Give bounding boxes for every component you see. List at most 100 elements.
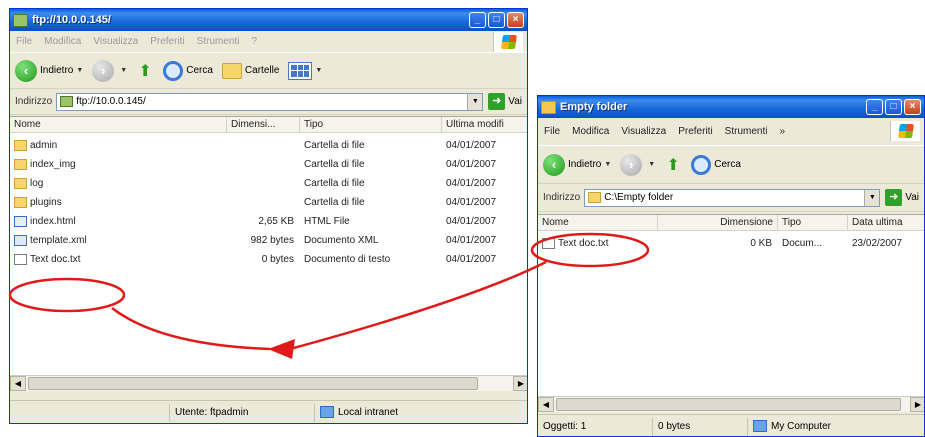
local-statusbar: Oggetti: 1 0 bytes My Computer (538, 414, 924, 436)
minimize-button[interactable]: _ (469, 12, 486, 28)
back-arrow-icon: ‹ (15, 59, 37, 82)
local-toolbar: ‹ Indietro ▼ › ▼ ⬆ Cerca (538, 146, 924, 184)
menu-modifica[interactable]: Modifica (44, 36, 81, 47)
address-dropdown-icon[interactable]: ▼ (864, 189, 880, 206)
menu-visualizza[interactable]: Visualizza (621, 126, 666, 137)
ftp-file-list[interactable]: Nome Dimensi... Tipo Ultima modifi admin… (10, 116, 527, 375)
menu-preferiti[interactable]: Preferiti (678, 126, 712, 137)
file-type: Cartella di file (304, 140, 365, 151)
search-button[interactable]: Cerca (691, 154, 741, 175)
menu-file[interactable]: File (544, 126, 560, 137)
status-user: Utente: ftpadmin (170, 403, 315, 422)
scroll-left-icon[interactable]: ◀ (10, 376, 26, 391)
scrollbar-thumb[interactable] (556, 398, 901, 411)
column-date[interactable]: Ultima modifi (442, 117, 527, 132)
column-type[interactable]: Tipo (300, 117, 442, 132)
menu-help[interactable]: ? (251, 36, 257, 47)
minimize-button[interactable]: _ (866, 99, 883, 115)
xml-file-icon (14, 234, 27, 246)
file-date: 04/01/2007 (446, 159, 497, 170)
file-date: 04/01/2007 (446, 197, 497, 208)
address-input[interactable]: ftp://10.0.0.145/ ▼ (56, 92, 484, 111)
list-item[interactable]: index.html 2,65 KB HTML File 04/01/2007 (10, 212, 527, 231)
search-label: Cerca (186, 65, 213, 76)
ftp-toolbar: ‹ Indietro ▼ › ▼ ⬆ Cerca Cartelle ▼ (10, 53, 527, 89)
maximize-button[interactable]: □ (488, 12, 505, 28)
list-item[interactable]: Text doc.txt 0 bytes Documento di testo … (10, 250, 527, 269)
list-item[interactable]: Text doc.txt 0 KB Docum... 23/02/2007 (538, 234, 924, 253)
file-size: 0 bytes (261, 254, 294, 265)
search-icon (691, 154, 712, 175)
ftp-window-titlebar[interactable]: ftp://10.0.0.145/ _ □ × (10, 9, 527, 31)
horizontal-scrollbar[interactable]: ◀ ▶ (538, 396, 924, 412)
address-input[interactable]: C:\Empty folder ▼ (584, 188, 881, 207)
list-item[interactable]: admin Cartella di file 04/01/2007 (10, 136, 527, 155)
menu-strumenti[interactable]: Strumenti (197, 36, 240, 47)
forward-button[interactable]: › ▼ (620, 153, 655, 176)
list-item[interactable]: template.xml 982 bytes Documento XML 04/… (10, 231, 527, 250)
address-dropdown-icon[interactable]: ▼ (467, 93, 483, 110)
back-button[interactable]: ‹ Indietro ▼ (15, 59, 84, 82)
local-window-titlebar[interactable]: Empty folder _ □ × (538, 96, 924, 118)
folders-button[interactable]: Cartelle (221, 62, 279, 79)
column-name[interactable]: Nome (538, 215, 658, 230)
go-button[interactable]: ➜ Vai (885, 189, 919, 206)
column-date[interactable]: Data ultima (848, 215, 924, 230)
local-address-bar: Indirizzo C:\Empty folder ▼ ➜ Vai (538, 184, 924, 212)
file-date: 04/01/2007 (446, 216, 497, 227)
file-date: 04/01/2007 (446, 254, 497, 265)
forward-arrow-icon: › (620, 153, 643, 176)
up-folder-button[interactable]: ⬆ (136, 60, 154, 82)
local-menubar: File Modifica Visualizza Preferiti Strum… (538, 118, 924, 146)
status-zone: My Computer (748, 418, 918, 436)
file-name: index_img (30, 159, 76, 171)
scroll-left-icon[interactable]: ◀ (538, 397, 554, 412)
chevron-down-icon: ▼ (315, 67, 323, 74)
column-size[interactable]: Dimensi... (227, 117, 300, 132)
close-button[interactable]: × (904, 99, 921, 115)
folder-icon (14, 177, 27, 189)
close-button[interactable]: × (507, 12, 524, 28)
views-button[interactable]: ▼ (288, 61, 323, 80)
list-header: Nome Dimensione Tipo Data ultima (538, 215, 924, 231)
up-folder-button[interactable]: ⬆ (664, 154, 682, 176)
go-arrow-icon: ➜ (885, 189, 903, 206)
folder-icon (14, 196, 27, 208)
list-item[interactable]: log Cartella di file 04/01/2007 (10, 174, 527, 193)
list-item[interactable]: plugins Cartella di file 04/01/2007 (10, 193, 527, 212)
column-type[interactable]: Tipo (778, 215, 848, 230)
back-label: Indietro (40, 65, 74, 76)
horizontal-scrollbar[interactable]: ◀ ▶ (10, 375, 527, 391)
menu-modifica[interactable]: Modifica (572, 126, 609, 137)
search-button[interactable]: Cerca (163, 60, 213, 81)
file-name: index.html (30, 216, 76, 228)
status-zone-label: Local intranet (338, 406, 399, 418)
menu-strumenti[interactable]: Strumenti (725, 126, 768, 137)
forward-button[interactable]: › ▼ (92, 59, 127, 82)
file-name: admin (30, 140, 58, 152)
go-button[interactable]: ➜ Vai (488, 93, 522, 110)
file-date: 23/02/2007 (852, 238, 903, 249)
menu-file[interactable]: File (16, 36, 32, 47)
file-type: HTML File (304, 216, 350, 227)
maximize-button[interactable]: □ (885, 99, 902, 115)
column-size[interactable]: Dimensione (658, 215, 778, 230)
menu-visualizza[interactable]: Visualizza (93, 36, 138, 47)
scroll-right-icon[interactable]: ▶ (910, 397, 924, 412)
file-size: 982 bytes (250, 235, 294, 246)
column-name[interactable]: Nome (10, 117, 227, 132)
ftp-menubar: File Modifica Visualizza Preferiti Strum… (10, 31, 527, 53)
file-type: Documento di testo (304, 254, 391, 265)
scrollbar-thumb[interactable] (28, 377, 478, 390)
chevron-down-icon: ▼ (76, 67, 84, 74)
local-file-list[interactable]: Nome Dimensione Tipo Data ultima Text do… (538, 214, 924, 396)
local-window-title: Empty folder (560, 101, 628, 113)
menu-overflow[interactable]: » (779, 126, 785, 137)
file-type: Documento XML (304, 235, 379, 246)
back-button[interactable]: ‹ Indietro ▼ (543, 153, 611, 176)
ftp-address-bar: Indirizzo ftp://10.0.0.145/ ▼ ➜ Vai (10, 89, 527, 115)
list-item[interactable]: index_img Cartella di file 04/01/2007 (10, 155, 527, 174)
status-size: 0 bytes (653, 417, 748, 436)
menu-preferiti[interactable]: Preferiti (150, 36, 184, 47)
scroll-right-icon[interactable]: ▶ (513, 376, 527, 391)
